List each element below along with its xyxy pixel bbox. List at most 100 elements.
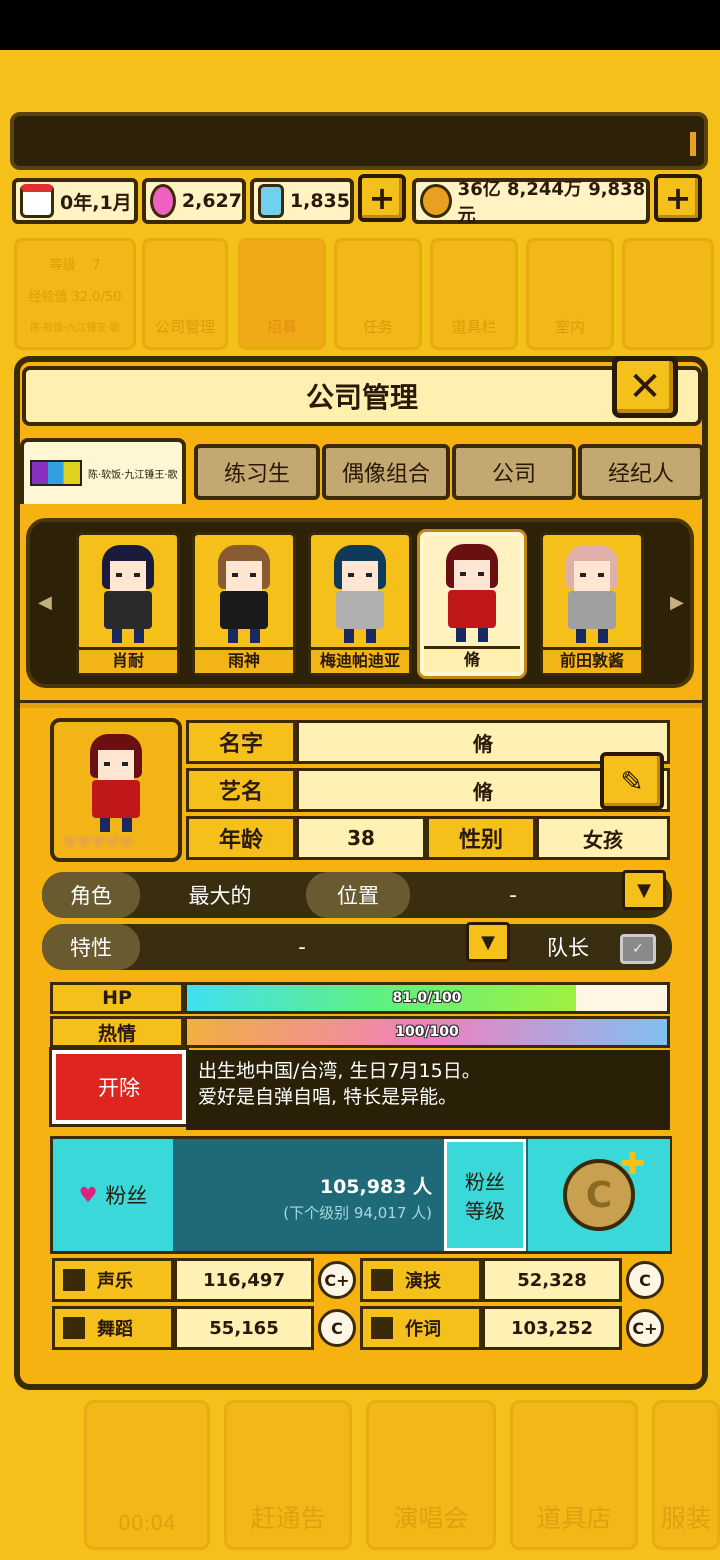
level-card: 等级 7 经验值 32.0/50 陈·软饭·九江锤王·歌 <box>14 238 136 350</box>
dismiss-button[interactable]: 开除 <box>49 1047 189 1127</box>
calendar-icon <box>20 184 54 218</box>
chevron-down-icon: ▼ <box>637 879 651 901</box>
nav-timer[interactable]: 00:04 <box>84 1400 210 1550</box>
leader-label: 队长 <box>547 936 589 960</box>
menu-recruit[interactable]: 招募 <box>238 238 326 350</box>
menu-inventory-label: 道具栏 <box>451 318 497 336</box>
stat-value: 55,165 <box>174 1306 314 1350</box>
add-premium-button[interactable]: + <box>358 174 406 222</box>
menu-company[interactable]: 公司管理 <box>142 238 228 350</box>
trait-dropdown-button[interactable]: ▼ <box>466 922 510 962</box>
stat-name-cell: 舞蹈 <box>52 1306 174 1350</box>
panel-title: 公司管理 <box>22 366 702 426</box>
stat-row: 演技 52,328 C <box>360 1258 670 1302</box>
age-value: 38 <box>296 816 426 860</box>
coin-icon <box>420 184 452 218</box>
name-input-bar[interactable] <box>10 112 708 170</box>
age-label: 年龄 <box>186 816 296 860</box>
roster-card[interactable]: 前田敦酱 <box>540 532 644 676</box>
plus-icon: ✚ <box>619 1147 645 1182</box>
tab-idol-group[interactable]: 偶像组合 <box>322 444 450 500</box>
tab-group-label: 陈·软饭·九江锤王·歌 <box>88 469 178 481</box>
nav-concert-label: 演唱会 <box>393 1504 469 1533</box>
roster-card[interactable]: 梅迪帕迪亚 <box>308 532 412 676</box>
name-label: 名字 <box>186 720 296 764</box>
passion-bar: 100/100 <box>184 1016 670 1048</box>
menu-tasks[interactable]: 任务 <box>334 238 422 350</box>
gender-label: 性别 <box>426 816 536 860</box>
gems-display: 2,627 <box>142 178 246 224</box>
nav-item-shop-label: 道具店 <box>536 1504 612 1533</box>
tab-company[interactable]: 公司 <box>452 444 576 500</box>
stat-grade: C+ <box>626 1309 664 1347</box>
gem-icon <box>150 184 176 218</box>
tab-manager-label: 经纪人 <box>607 462 674 487</box>
roster-card-name: 雨神 <box>195 647 293 673</box>
fan-level-coin-icon: C ✚ <box>563 1147 645 1231</box>
stat-name-cell: 声乐 <box>52 1258 174 1302</box>
stat-name-cell: 作词 <box>360 1306 482 1350</box>
crystals-text: 1,835 <box>289 190 350 212</box>
menu-inventory[interactable]: 道具栏 <box>430 238 518 350</box>
menu-interior[interactable]: 室内 <box>526 238 614 350</box>
money-text: 36亿 8,244万 9,838元 <box>457 179 646 226</box>
stat-value: 116,497 <box>174 1258 314 1302</box>
hp-label: HP <box>50 982 184 1014</box>
bio-line-2: 爱好是自弹自唱, 特长是异能。 <box>198 1086 458 1108</box>
date-text: 0年,1月 <box>60 191 132 214</box>
leader-checkbox[interactable]: ✓ <box>620 934 656 964</box>
trait-label: 特性 <box>42 924 140 970</box>
level-label: 等级 7 <box>49 257 101 273</box>
fans-label-box: ♥ 粉丝 <box>53 1139 173 1251</box>
roster-card-name: 脩 <box>424 646 520 672</box>
stat-row: 舞蹈 55,165 C <box>52 1306 362 1350</box>
tab-trainee[interactable]: 练习生 <box>194 444 320 500</box>
edit-name-button[interactable]: ✎ <box>600 752 664 810</box>
nav-item-shop[interactable]: 道具店 <box>510 1400 638 1550</box>
menu-mail[interactable] <box>622 238 714 350</box>
stat-name: 演技 <box>405 1271 441 1292</box>
roster-left-arrow[interactable]: ◀ <box>38 592 52 616</box>
roster-card-name: 肖耐 <box>79 647 177 673</box>
roster-card[interactable]: 脩 <box>420 532 524 676</box>
pencil-icon: ✎ <box>620 764 644 798</box>
nav-schedule[interactable]: 赶通告 <box>224 1400 352 1550</box>
nav-concert[interactable]: 演唱会 <box>366 1400 496 1550</box>
position-dropdown-button[interactable]: ▼ <box>622 870 666 910</box>
stat-grade: C <box>626 1261 664 1299</box>
fans-count: 105,983 人 <box>319 1176 432 1198</box>
character-sprite <box>560 545 624 645</box>
add-money-button[interactable]: + <box>654 174 702 222</box>
role-label: 角色 <box>42 872 140 918</box>
gender-value: 女孩 <box>536 816 670 860</box>
stat-grade: C+ <box>318 1261 356 1299</box>
position-value: - <box>509 883 517 907</box>
tab-manager[interactable]: 经纪人 <box>578 444 704 500</box>
stat-icon <box>371 1317 393 1339</box>
bio-text: 出生地中国/台湾, 生日7月15日。 爱好是自弹自唱, 特长是异能。 <box>186 1050 670 1130</box>
role-value: 最大的 <box>188 884 252 908</box>
close-button[interactable]: ✕ <box>612 356 678 418</box>
stat-name: 舞蹈 <box>97 1319 133 1340</box>
fan-level-badge: C ✚ <box>528 1139 670 1251</box>
roster-card[interactable]: 肖耐 <box>76 532 180 676</box>
nav-costume[interactable]: 服装 <box>652 1400 720 1550</box>
text-cursor <box>690 132 696 156</box>
stat-icon <box>371 1269 393 1291</box>
trait-value: - <box>298 935 306 959</box>
menu-recruit-label: 招募 <box>266 318 297 336</box>
gems-text: 2,627 <box>181 190 242 212</box>
check-icon: ✓ <box>632 941 644 957</box>
character-portrait: ♥♥♥♥♥ <box>50 718 182 862</box>
crystals-display: 1,835 <box>250 178 354 224</box>
roster-right-arrow[interactable]: ▶ <box>670 592 684 616</box>
bio-line-1: 出生地中国/台湾, 生日7月15日。 <box>198 1060 481 1082</box>
character-sprite <box>440 544 504 644</box>
tab-group[interactable]: 陈·软饭·九江锤王·歌 <box>20 438 186 504</box>
money-display: 36亿 8,244万 9,838元 <box>412 178 650 226</box>
position-label: 位置 <box>306 872 410 918</box>
roster-card-name: 前田敦酱 <box>543 647 641 673</box>
stat-value: 52,328 <box>482 1258 622 1302</box>
stat-row: 作词 103,252 C+ <box>360 1306 670 1350</box>
roster-card[interactable]: 雨神 <box>192 532 296 676</box>
